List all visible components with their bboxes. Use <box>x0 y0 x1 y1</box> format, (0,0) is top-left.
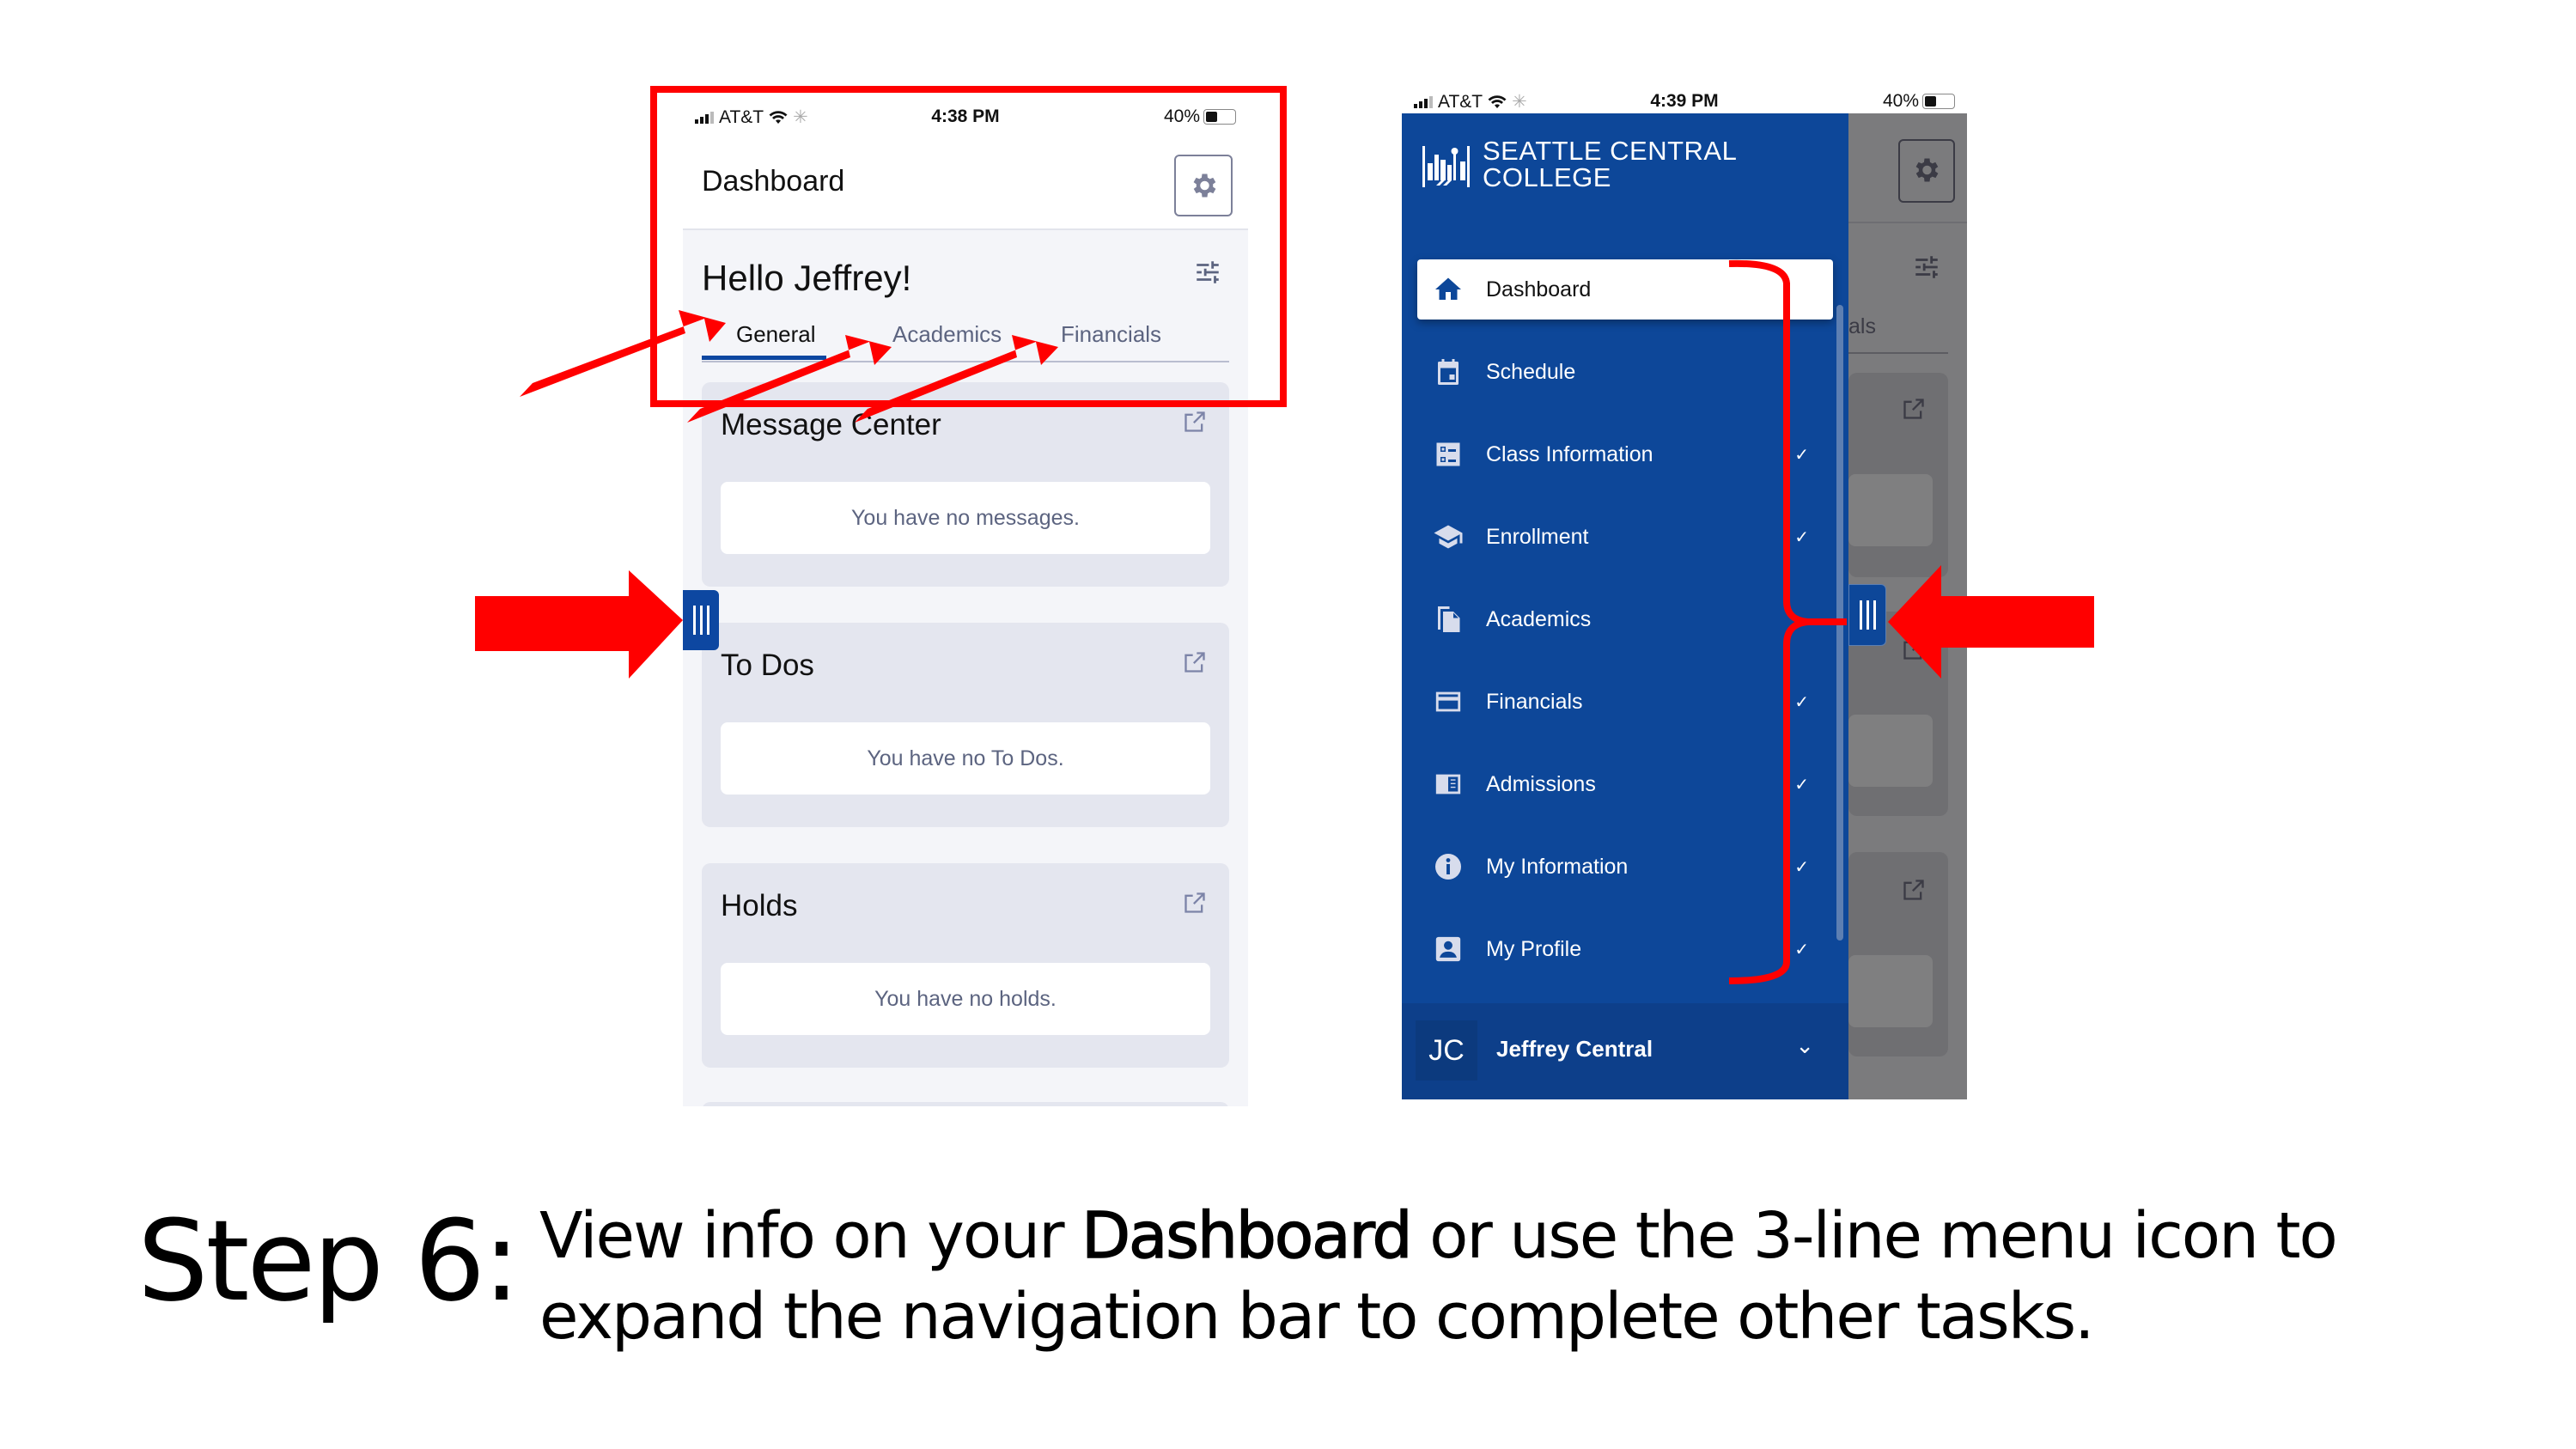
step-text-before: View info on your <box>539 1199 1082 1273</box>
card-empty-message: You have no To Dos. <box>721 722 1210 795</box>
step-instructions: View info on your Dashboard or use the 3… <box>539 1196 2515 1357</box>
status-bar: AT&T ✳ 4:39 PM 40% <box>1402 86 1967 113</box>
annotation-arrows-left <box>475 310 1058 679</box>
gear-icon <box>1915 158 1939 182</box>
chevron-down-icon[interactable]: ⌄ <box>1795 1032 1814 1059</box>
user-account-row[interactable]: JC Jeffrey Central ⌄ <box>1402 1003 1848 1099</box>
next-card-peek <box>702 1102 1229 1106</box>
arrow-to-general-tab <box>520 310 726 397</box>
arrow-to-academics-tab <box>687 335 892 423</box>
bracket-line <box>1728 259 1847 984</box>
skyline-logo-icon <box>1422 146 1470 187</box>
external-link-icon[interactable] <box>1183 891 1207 915</box>
divider <box>1848 222 1967 223</box>
arrow-to-menu-handle-right <box>1888 565 2094 679</box>
annotation-bracket-right <box>1728 259 2094 984</box>
logo-line-2: COLLEGE <box>1483 162 1611 192</box>
battery-percent: 40% <box>1882 91 1919 111</box>
step-text-bold: Dashboard <box>1081 1198 1413 1274</box>
user-name: Jeffrey Central <box>1496 1036 1653 1062</box>
arrow-to-menu-handle-left <box>475 570 683 679</box>
avatar: JC <box>1416 1020 1477 1081</box>
step-label: Step 6: <box>137 1196 521 1326</box>
holds-card: Holds You have no holds. <box>702 863 1229 1068</box>
settings-button-dimmed <box>1898 139 1955 203</box>
logo-line-1: SEATTLE CENTRAL <box>1483 136 1738 166</box>
college-logo: SEATTLE CENTRAL COLLEGE <box>1421 137 1737 191</box>
battery-icon <box>1922 94 1955 109</box>
card-empty-message: You have no holds. <box>721 963 1210 1035</box>
card-title: Holds <box>721 889 798 922</box>
